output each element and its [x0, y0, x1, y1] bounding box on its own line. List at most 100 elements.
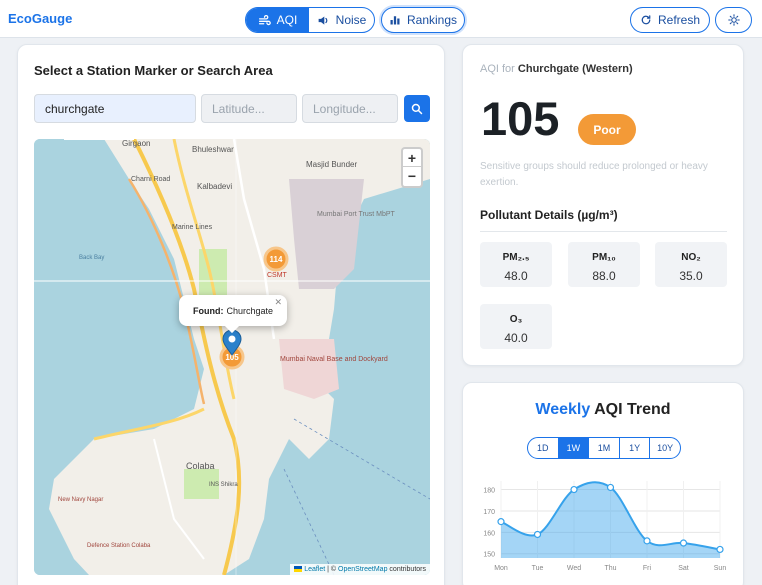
aqi-tab-label: AQI	[276, 13, 298, 27]
y-tick-label: 160	[483, 530, 495, 537]
top-navbar: EcoGauge AQI Noise Rankings Refresh	[0, 0, 762, 38]
rankings-button[interactable]: Rankings	[381, 7, 465, 33]
map-label: Mumbai Port Trust MbPT	[317, 211, 396, 218]
map-label: Colaba	[186, 461, 215, 471]
trend-title-rest: AQI Trend	[594, 401, 671, 418]
search-result-popup: Found: Churchgate ✕	[179, 295, 287, 334]
x-tick-label: Sun	[714, 565, 727, 572]
noise-tab-label: Noise	[335, 13, 367, 27]
range-1d-button[interactable]: 1D	[528, 438, 559, 458]
popup-close-icon[interactable]: ✕	[274, 297, 282, 308]
map-label: New Navy Nagar	[58, 497, 103, 503]
station-name: Churchgate (Western)	[517, 63, 633, 75]
data-point	[679, 539, 688, 547]
map-label: Girgaon	[122, 139, 150, 148]
divider	[480, 231, 727, 232]
map-card-title: Select a Station Marker or Search Area	[34, 63, 273, 78]
pollutant-tile-pm10: PM₁₀ 88.0	[568, 242, 640, 287]
aqi-station-heading: AQI for Churchgate (Western)	[480, 63, 633, 75]
osm-link[interactable]: OpenStreetMap	[338, 566, 387, 573]
attribution-tail: contributors	[389, 566, 426, 573]
latitude-input[interactable]: Latitude...	[201, 94, 297, 123]
bar-chart-icon	[390, 16, 400, 25]
range-selector: 1D 1W 1M 1Y 10Y	[527, 437, 681, 459]
zoom-out-button[interactable]: −	[403, 167, 421, 185]
map-label: Bhuleshwar	[192, 145, 234, 154]
pollutant-title: Pollutant Details (µg/m³)	[480, 208, 618, 222]
speaker-icon	[318, 15, 328, 25]
mode-toggle: AQI Noise	[245, 7, 375, 33]
map-label: Masjid Bunder	[306, 160, 357, 169]
map-zoom-control: + −	[401, 147, 423, 188]
wind-icon	[258, 14, 271, 25]
x-tick-label: Thu	[604, 565, 616, 572]
map-label: Kalbadevi	[197, 182, 232, 191]
pollutant-name: O₃	[509, 314, 523, 325]
trend-title: Weekly AQI Trend	[463, 401, 743, 419]
pollutant-value: 88.0	[592, 269, 616, 283]
sun-icon	[727, 14, 740, 26]
x-tick-label: Fri	[643, 565, 652, 572]
refresh-icon	[641, 15, 651, 25]
trend-title-highlight: Weekly	[535, 401, 591, 418]
refresh-button[interactable]: Refresh	[630, 7, 710, 33]
map-attribution: Leaflet | © OpenStreetMap contributors	[290, 564, 430, 575]
pollutant-tile-no2: NO₂ 35.0	[655, 242, 727, 287]
longitude-input[interactable]: Longitude...	[302, 94, 398, 123]
brand-logo[interactable]: EcoGauge	[8, 11, 72, 26]
aqi-value: 105	[481, 92, 560, 145]
map-label: Marine Lines	[172, 224, 213, 231]
map-label: Mumbai Naval Base and Dockyard	[280, 356, 388, 363]
x-tick-label: Wed	[567, 565, 581, 572]
pollutant-tile-pm25: PM₂.₅ 48.0	[480, 242, 552, 287]
aqi-advisory: Sensitive groups should reduce prolonged…	[480, 161, 708, 188]
rankings-label: Rankings	[406, 13, 458, 27]
pollutant-value: 35.0	[679, 269, 703, 283]
x-tick-label: Tue	[532, 565, 544, 572]
map-label: Defence Station Colaba	[87, 543, 151, 549]
zoom-in-button[interactable]: +	[403, 149, 421, 167]
station-marker-value: 114	[270, 255, 283, 264]
map-label: Back Bay	[79, 255, 104, 261]
aqi-trend-chart: 150 160 170 180 Mon Tue Wed Thu Fri Sat Sun	[483, 481, 727, 572]
y-tick-label: 150	[483, 552, 495, 559]
pollutant-tile-o3: O₃ 40.0	[480, 304, 552, 349]
x-tick-label: Mon	[494, 565, 508, 572]
data-point	[606, 483, 615, 492]
station-map[interactable]: Girgaon Bhuleshwar Masjid Bunder Charni …	[34, 139, 430, 575]
weekly-trend-card: Weekly AQI Trend 1D 1W 1M 1Y 10Y 150 160 1…	[462, 382, 744, 585]
data-point	[716, 545, 724, 554]
aqi-tab[interactable]: AQI	[246, 8, 310, 32]
search-input[interactable]: churchgate	[34, 94, 196, 123]
aqi-for-label: AQI for	[480, 63, 515, 75]
data-point	[497, 518, 505, 526]
range-1y-button[interactable]: 1Y	[620, 438, 651, 458]
station-map-card: Select a Station Marker or Search Area c…	[17, 44, 445, 585]
pollutant-value: 48.0	[504, 269, 528, 283]
aqi-summary-card: AQI for Churchgate (Western) 105 Poor Se…	[462, 44, 744, 366]
data-point	[570, 485, 578, 494]
map-label: Charni Road	[131, 176, 170, 183]
pollutant-value: 40.0	[504, 331, 528, 345]
search-button[interactable]	[404, 95, 430, 122]
refresh-label: Refresh	[657, 13, 701, 27]
leaflet-link[interactable]: Leaflet	[304, 566, 325, 573]
map-label: CSMT	[267, 272, 288, 279]
y-tick-label: 170	[483, 509, 495, 516]
search-icon	[411, 103, 423, 114]
ukraine-flag-icon	[294, 566, 303, 573]
trend-area	[501, 482, 720, 558]
data-point	[643, 537, 651, 545]
map-label: INS Shikra	[209, 482, 238, 488]
naval-base-area	[279, 339, 339, 399]
range-1m-button[interactable]: 1M	[589, 438, 620, 458]
range-1w-button[interactable]: 1W	[558, 438, 590, 458]
pollutant-name: PM₁₀	[592, 252, 616, 263]
data-point	[533, 530, 542, 539]
map-tiles[interactable]: Girgaon Bhuleshwar Masjid Bunder Charni …	[34, 139, 430, 575]
theme-toggle-button[interactable]	[715, 7, 752, 33]
noise-tab[interactable]: Noise	[309, 8, 374, 32]
range-10y-button[interactable]: 10Y	[650, 438, 680, 458]
station-marker[interactable]: 114	[263, 246, 289, 272]
aqi-status-badge: Poor	[578, 114, 636, 145]
